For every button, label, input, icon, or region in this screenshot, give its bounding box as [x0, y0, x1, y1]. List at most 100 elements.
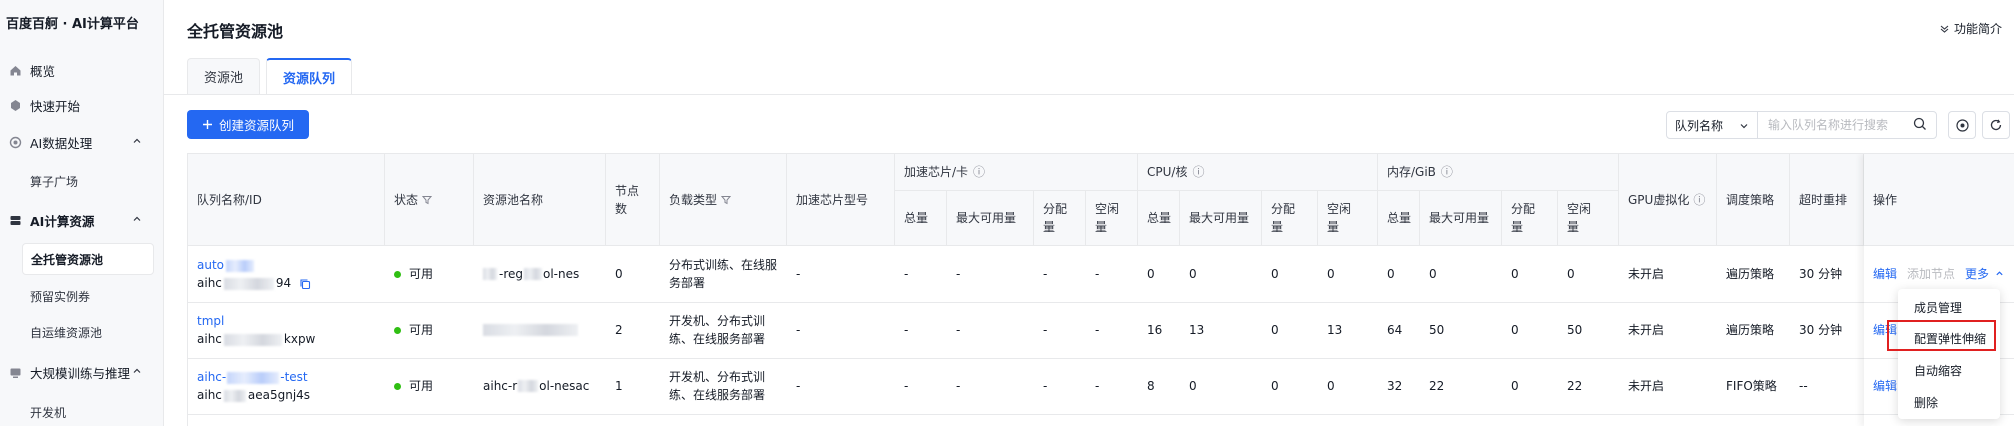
tab-resource-queue[interactable]: 资源队列 — [266, 58, 353, 94]
refresh-icon — [1990, 119, 2002, 131]
sidebar: 百度百舸 · AI计算平台 概览 快速开始 AI数据处理 算子广场 AI计算资源… — [0, 0, 164, 426]
sidebar-item-overview[interactable]: 概览 — [0, 53, 164, 87]
col-group-chip: 加速芯片/卡 ⓘ — [895, 154, 1138, 191]
col-group-mem: 内存/GiB ⓘ — [1378, 154, 1619, 191]
col-header-status: 状态 — [385, 154, 474, 246]
cpu-idle-cell: 0 — [1327, 267, 1335, 281]
feature-guide-button[interactable]: 功能简介 — [1939, 20, 2002, 37]
mem-max-cell: 22 — [1429, 379, 1445, 393]
search-icon[interactable] — [1913, 117, 1927, 131]
header-label: CPU/核 — [1147, 165, 1188, 179]
refresh-button[interactable] — [1982, 111, 2010, 139]
queue-name-link[interactable]: aihc- — [197, 370, 226, 384]
sidebar-item-ai-compute[interactable]: AI计算资源 — [0, 203, 164, 237]
header-label: 资源池名称 — [483, 192, 544, 207]
header-label: 队列名称/ID — [197, 192, 262, 207]
data-icon — [8, 135, 22, 149]
settings-button[interactable] — [1948, 111, 1976, 139]
add-node-button[interactable]: 添加节点 — [1907, 265, 1955, 283]
pool-name: -reg — [499, 267, 523, 281]
queue-id-suffix: kxpw — [283, 332, 316, 346]
chip-max-cell: - — [956, 379, 961, 393]
status-dot — [394, 326, 401, 334]
menu-item-member-management[interactable]: 成员管理 — [1914, 299, 1962, 316]
filter-field-select[interactable]: 队列名称 — [1666, 111, 1758, 139]
info-icon: ⓘ — [973, 165, 986, 179]
sidebar-item-operators[interactable]: 算子广场 — [0, 165, 164, 197]
status-dot — [394, 382, 401, 390]
sidebar-item-dev-machine[interactable]: 开发机 — [0, 396, 164, 426]
sidebar-item-managed-pool[interactable]: 全托管资源池 — [22, 243, 154, 275]
sidebar-item-reserved-coupon[interactable]: 预留实例券 — [0, 280, 164, 312]
schedule-cell: 遍历策略 — [1726, 267, 1775, 281]
edit-button[interactable]: 编辑 — [1873, 265, 1897, 283]
edit-button[interactable]: 编辑 — [1873, 377, 1897, 395]
chip-model-cell: - — [796, 267, 801, 281]
sidebar-item-self-managed-pool[interactable]: 自运维资源池 — [0, 316, 164, 348]
info-icon: ⓘ — [1693, 192, 1706, 207]
col-header-pool: 资源池名称 — [474, 154, 606, 246]
sidebar-item-ai-data[interactable]: AI数据处理 — [0, 125, 164, 159]
tab-resource-pool[interactable]: 资源池 — [187, 58, 261, 94]
copy-icon[interactable] — [299, 278, 311, 290]
search-input[interactable] — [1757, 111, 1937, 139]
cpu-total-cell: 0 — [1147, 267, 1155, 281]
header-label: 总量 — [904, 211, 929, 225]
server-icon — [8, 213, 22, 227]
sidebar-item-quickstart[interactable]: 快速开始 — [0, 88, 164, 122]
menu-item-delete[interactable]: 删除 — [1914, 394, 1938, 411]
sidebar-item-large-training[interactable]: 大规模训练与推理 — [0, 355, 164, 389]
create-queue-label: 创建资源队列 — [218, 118, 294, 133]
load-cell: 开发机、分布式训练、在线服务部署 — [669, 370, 766, 402]
queue-name-cell: auto aihc 94 — [188, 246, 385, 302]
cpu-idle-cell: 13 — [1327, 323, 1343, 337]
queue-name-link[interactable]: tmpl — [197, 314, 224, 328]
cpu-total-cell: 8 — [1147, 379, 1155, 393]
more-button[interactable]: 更多 — [1965, 265, 2004, 283]
chip-alloc-cell: - — [1043, 267, 1048, 281]
home-icon — [8, 63, 22, 77]
queue-name-cell: aihc- -test aihc aea5gnj4s — [188, 358, 385, 414]
sidebar-item-label: AI数据处理 — [30, 135, 93, 151]
filter-icon[interactable] — [721, 195, 732, 205]
row-divider — [188, 414, 2014, 415]
sidebar-item-label: 预留实例券 — [30, 289, 91, 304]
header-label: 最大可用量 — [956, 211, 1017, 225]
pool-name-suffix: ol-nesac — [539, 379, 590, 393]
queue-name-suffix[interactable]: -test — [280, 370, 307, 384]
chip-idle-cell: - — [1095, 379, 1100, 393]
feature-guide-label: 功能简介 — [1953, 22, 2002, 36]
header-label: GPU虚拟化 — [1628, 192, 1690, 207]
status-text: 可用 — [409, 379, 434, 393]
queue-id-suffix: aea5gnj4s — [247, 388, 311, 402]
col-header-ops: 操作 — [1864, 154, 2014, 246]
chip-model-cell: - — [796, 379, 801, 393]
col-header-schedule: 调度策略 — [1717, 154, 1790, 246]
col-header-cpu-idle: 空闲量 — [1318, 191, 1378, 246]
col-header-timeout: 超时重排 — [1790, 154, 1864, 246]
settings-icon — [1955, 118, 1969, 132]
sidebar-item-label: 算子广场 — [30, 174, 79, 189]
sidebar-item-label: 全托管资源池 — [31, 252, 104, 267]
header-label: 总量 — [1147, 211, 1172, 225]
load-cell: 分布式训练、在线服务部署 — [669, 258, 778, 290]
queue-name-link[interactable]: auto — [197, 258, 224, 272]
header-label: 分配量 — [1271, 202, 1296, 234]
col-header-cpu-alloc: 分配量 — [1262, 191, 1318, 246]
divider — [164, 94, 2014, 95]
chip-total-cell: - — [904, 323, 909, 337]
col-header-gpu-virt: GPU虚拟化 ⓘ — [1619, 154, 1717, 246]
nodes-cell: 0 — [615, 267, 623, 281]
filter-icon[interactable] — [422, 195, 433, 205]
nodes-cell: 1 — [615, 379, 623, 393]
create-queue-button[interactable]: 创建资源队列 — [187, 110, 309, 139]
page-title: 全托管资源池 — [187, 22, 284, 41]
menu-item-auto-shrink[interactable]: 自动缩容 — [1914, 362, 1962, 379]
more-actions-menu: 成员管理 配置弹性伸缩 自动缩容 删除 — [1898, 289, 2000, 419]
cpu-max-cell: 0 — [1189, 267, 1197, 281]
rocket-icon — [8, 98, 22, 112]
sidebar-item-label: AI计算资源 — [30, 213, 95, 229]
timeout-cell: 30 分钟 — [1799, 323, 1843, 337]
mem-alloc-cell: 0 — [1511, 323, 1519, 337]
sidebar-item-label: 开发机 — [30, 405, 67, 420]
